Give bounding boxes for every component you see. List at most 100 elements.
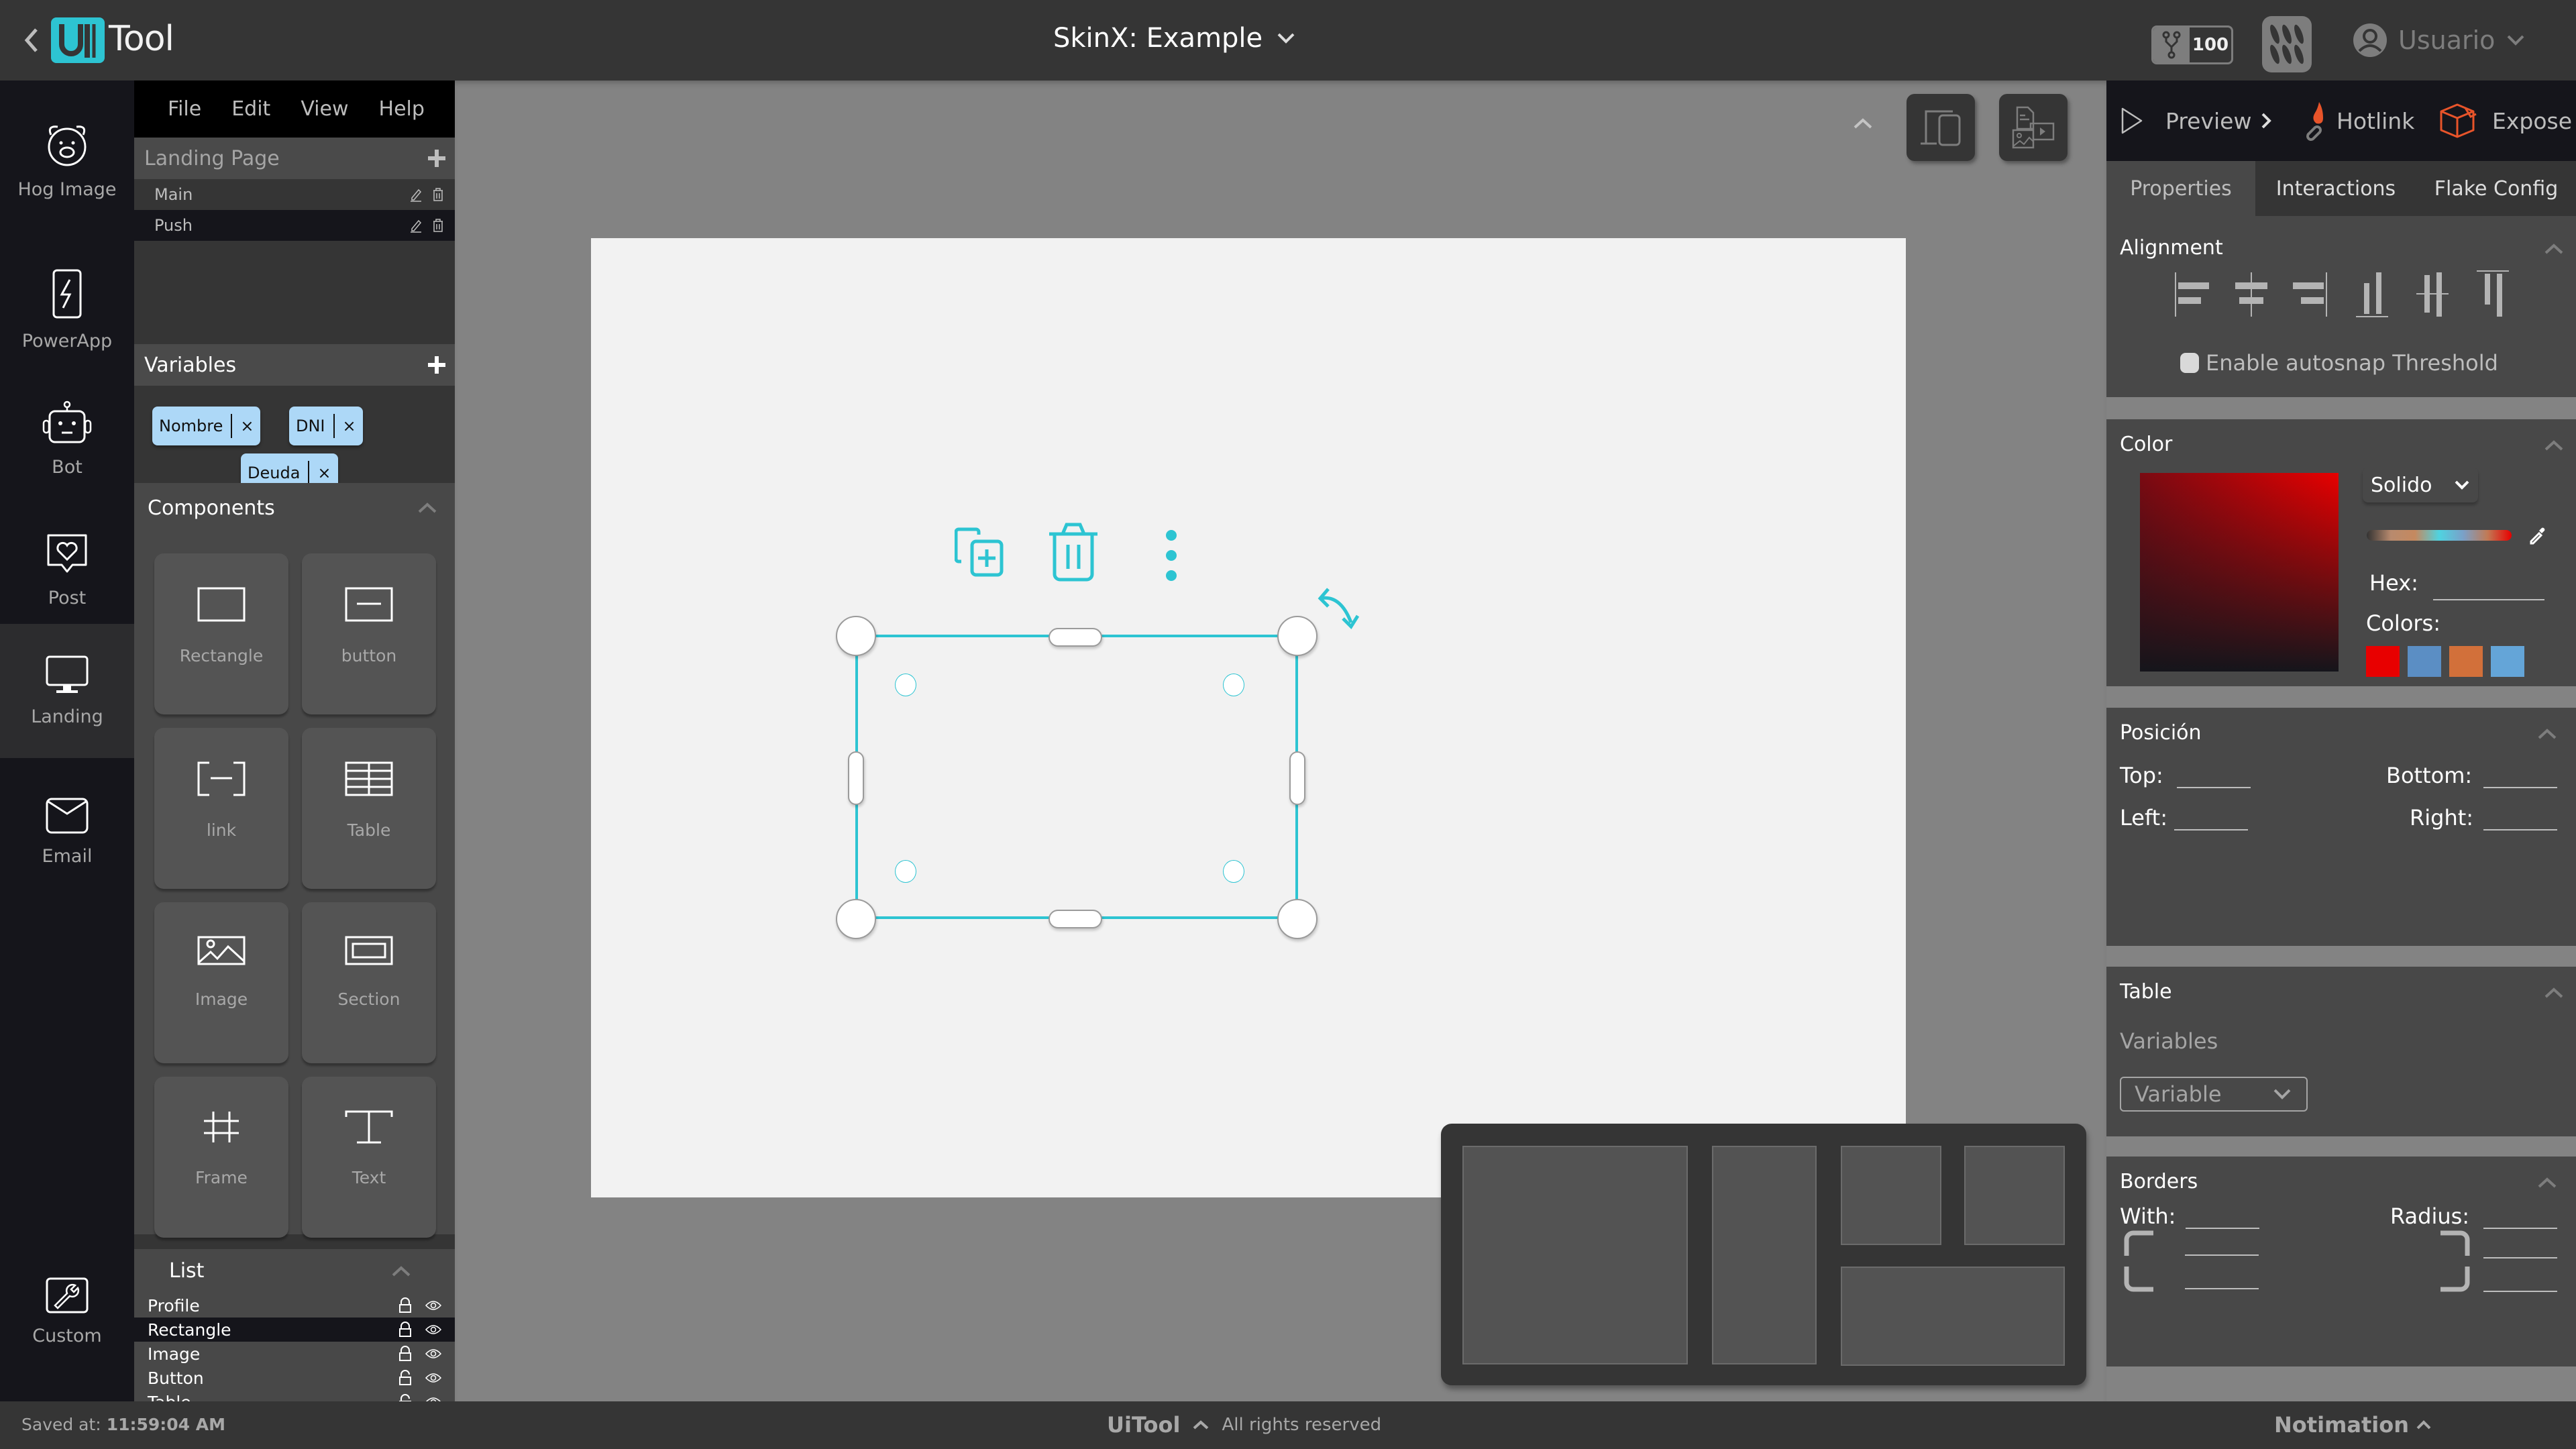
eye-icon[interactable]	[425, 1397, 441, 1401]
radius-bottom-right-input[interactable]	[2483, 1265, 2557, 1292]
collapse-layers-icon[interactable]	[391, 1265, 411, 1277]
unlock-icon[interactable]	[398, 1370, 412, 1386]
radius-handle-bottom-right[interactable]	[1223, 860, 1244, 883]
hotlink-button[interactable]: Hotlink	[2304, 80, 2414, 161]
component-link[interactable]: link	[154, 728, 288, 889]
layer-row[interactable]: Button	[134, 1366, 455, 1390]
collapse-alignment-icon[interactable]	[2544, 243, 2564, 255]
variable-chip-dni[interactable]: DNI ×	[289, 407, 363, 445]
credits-badge[interactable]: 100	[2151, 25, 2233, 64]
layout-slot-tall[interactable]	[1712, 1146, 1817, 1364]
preview-button[interactable]: Preview	[2120, 80, 2273, 161]
hex-input[interactable]	[2433, 574, 2544, 600]
resize-handle-top[interactable]	[1049, 628, 1102, 647]
rail-item-custom[interactable]: Custom	[0, 1244, 134, 1379]
hue-slider[interactable]	[2367, 530, 2512, 541]
bottom-input[interactable]	[2483, 761, 2557, 788]
lock-icon[interactable]	[398, 1346, 412, 1362]
resize-handle-right[interactable]	[1289, 751, 1305, 805]
variable-chip-nombre[interactable]: Nombre ×	[152, 407, 261, 445]
layer-row[interactable]: Profile	[134, 1293, 455, 1318]
resize-handle-top-right[interactable]	[1277, 616, 1318, 656]
color-swatch-orange[interactable]	[2449, 646, 2483, 677]
rail-item-post[interactable]: Post	[0, 503, 134, 637]
tab-properties[interactable]: Properties	[2106, 161, 2255, 216]
remove-chip-icon[interactable]: ×	[343, 417, 356, 435]
remove-chip-icon[interactable]: ×	[317, 464, 331, 482]
eye-icon[interactable]	[425, 1300, 441, 1311]
component-text[interactable]: Text	[302, 1077, 436, 1238]
color-swatch-blue[interactable]	[2408, 646, 2441, 677]
back-button[interactable]	[20, 24, 43, 56]
left-input[interactable]	[2174, 804, 2248, 830]
align-center-horizontal-icon[interactable]	[2234, 271, 2269, 318]
layer-row-selected[interactable]: Rectangle	[134, 1318, 455, 1342]
chevron-up-icon[interactable]	[1192, 1419, 1210, 1430]
layout-slot-small-2[interactable]	[1964, 1146, 2065, 1245]
color-swatch-red[interactable]	[2366, 646, 2400, 677]
lock-icon[interactable]	[398, 1322, 412, 1338]
layout-slot-large[interactable]	[1462, 1146, 1688, 1364]
resize-handle-bottom-left[interactable]	[836, 899, 876, 939]
align-center-vertical-icon[interactable]	[2415, 271, 2450, 318]
apps-button[interactable]	[2262, 16, 2312, 72]
page-item-main[interactable]: Main	[134, 179, 455, 210]
radius-top-right-input[interactable]	[2483, 1232, 2557, 1258]
eye-icon[interactable]	[425, 1348, 441, 1359]
responsive-devices-button[interactable]	[1907, 94, 1975, 161]
menu-edit[interactable]: Edit	[231, 97, 270, 121]
collapse-borders-icon[interactable]	[2537, 1177, 2557, 1189]
footer-brand-name[interactable]: UiTool	[1107, 1412, 1180, 1438]
trash-icon[interactable]	[432, 218, 444, 233]
user-menu[interactable]: Usuario	[2353, 21, 2526, 59]
trash-icon[interactable]	[432, 187, 444, 202]
layout-slot-small-1[interactable]	[1841, 1146, 1941, 1245]
radius-handle-top-right[interactable]	[1223, 674, 1244, 696]
edit-pencil-icon[interactable]	[409, 218, 423, 233]
add-variable-button[interactable]	[427, 355, 447, 375]
top-input[interactable]	[2177, 761, 2251, 788]
collapse-toolbar-icon[interactable]	[1853, 117, 1873, 129]
tab-flake-config[interactable]: Flake Config	[2416, 161, 2576, 216]
notimation-toggle[interactable]: Notimation	[2274, 1412, 2432, 1438]
add-page-button[interactable]	[427, 148, 447, 168]
border-radius-input[interactable]	[2483, 1202, 2557, 1229]
rail-item-powerapp[interactable]: PowerApp	[0, 243, 134, 377]
resize-handle-left[interactable]	[848, 751, 864, 805]
collapse-position-icon[interactable]	[2537, 728, 2557, 740]
resize-handle-bottom[interactable]	[1049, 910, 1102, 928]
radius-top-left-input[interactable]	[2185, 1229, 2259, 1256]
component-image[interactable]: Image	[154, 902, 288, 1063]
radius-bottom-left-input[interactable]	[2185, 1263, 2259, 1289]
menu-help[interactable]: Help	[379, 97, 425, 121]
layer-row[interactable]: Image	[134, 1342, 455, 1366]
collapse-components-icon[interactable]	[417, 502, 437, 514]
align-top-icon[interactable]	[2475, 270, 2510, 318]
rail-item-hog-image[interactable]: Hog Image	[0, 94, 134, 228]
collapse-color-icon[interactable]	[2544, 439, 2564, 451]
align-right-icon[interactable]	[2293, 271, 2328, 318]
rotate-icon[interactable]	[1316, 585, 1364, 633]
component-button[interactable]: button	[302, 553, 436, 714]
rail-item-landing[interactable]: Landing	[0, 624, 134, 758]
duplicate-icon[interactable]	[955, 527, 1012, 580]
color-saturation-picker[interactable]	[2140, 473, 2339, 672]
eye-icon[interactable]	[425, 1324, 441, 1335]
resize-handle-top-left[interactable]	[836, 616, 876, 656]
expose-button[interactable]: Expose	[2438, 80, 2572, 161]
align-left-icon[interactable]	[2174, 271, 2209, 318]
rail-item-email[interactable]: Email	[0, 765, 134, 899]
lock-icon[interactable]	[398, 1297, 412, 1313]
eyedropper-icon[interactable]	[2527, 525, 2547, 545]
component-frame[interactable]: Frame	[154, 1077, 288, 1238]
autosnap-checkbox[interactable]	[2180, 353, 2199, 373]
menu-view[interactable]: View	[301, 97, 348, 121]
remove-chip-icon[interactable]: ×	[240, 417, 254, 435]
component-table[interactable]: Table	[302, 728, 436, 889]
edit-pencil-icon[interactable]	[409, 187, 423, 202]
table-variable-select[interactable]: Variable	[2120, 1077, 2308, 1112]
tab-interactions[interactable]: Interactions	[2255, 161, 2416, 216]
color-swatch-light-blue[interactable]	[2491, 646, 2524, 677]
align-bottom-icon[interactable]	[2355, 271, 2390, 318]
component-rectangle[interactable]: Rectangle	[154, 553, 288, 714]
